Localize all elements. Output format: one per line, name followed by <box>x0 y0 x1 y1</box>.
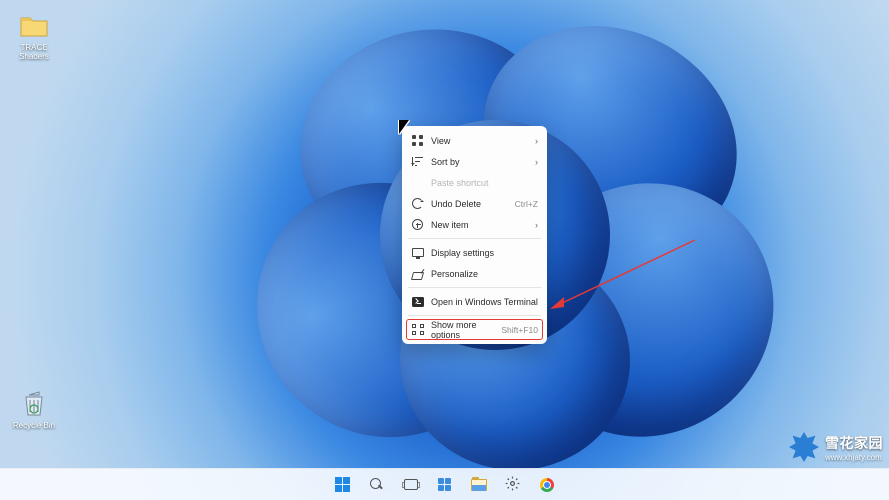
terminal-icon <box>411 295 424 308</box>
desktop-icon-recycle-bin[interactable]: Recycle Bin <box>6 388 62 431</box>
context-menu-sort-by[interactable]: Sort by › <box>406 151 543 172</box>
menu-separator <box>408 238 541 239</box>
blank-icon <box>411 176 424 189</box>
taskbar-taskview[interactable] <box>397 472 425 498</box>
watermark-url: www.xhjaty.com <box>825 453 883 462</box>
menu-item-shortcut: Ctrl+Z <box>515 199 538 209</box>
menu-item-label: Personalize <box>431 269 538 279</box>
menu-item-label: Undo Delete <box>431 199 508 209</box>
menu-item-label: Open in Windows Terminal <box>431 297 538 307</box>
recycle-bin-icon <box>18 388 50 420</box>
more-options-icon <box>411 323 424 336</box>
file-explorer-icon <box>471 479 487 491</box>
watermark-brand: 雪花家园 <box>825 433 883 453</box>
sort-icon <box>411 155 424 168</box>
windows-logo-icon <box>335 477 350 492</box>
desktop[interactable]: TRACE Shaders Recycle Bin View › Sort by… <box>0 0 889 500</box>
menu-item-label: View <box>431 136 528 146</box>
paint-icon <box>411 267 424 280</box>
display-icon <box>411 246 424 259</box>
chevron-right-icon: › <box>535 157 538 167</box>
desktop-icon-folder[interactable]: TRACE Shaders <box>6 10 62 62</box>
desktop-icon-label: TRACE Shaders <box>6 44 62 62</box>
cursor-pointer <box>399 120 409 134</box>
taskbar-settings[interactable] <box>499 472 527 498</box>
context-menu-personalize[interactable]: Personalize <box>406 263 543 284</box>
taskbar-search[interactable] <box>363 472 391 498</box>
menu-item-label: Paste shortcut <box>431 178 538 188</box>
gear-icon <box>505 476 520 494</box>
context-menu-paste-shortcut: Paste shortcut <box>406 172 543 193</box>
desktop-icon-label: Recycle Bin <box>6 422 62 431</box>
folder-icon <box>18 10 50 42</box>
context-menu-open-terminal[interactable]: Open in Windows Terminal <box>406 291 543 312</box>
undo-icon <box>411 197 424 210</box>
context-menu-new-item[interactable]: New item › <box>406 214 543 235</box>
menu-item-label: Display settings <box>431 248 538 258</box>
taskbar-chrome[interactable] <box>533 472 561 498</box>
watermark-logo-icon <box>789 432 819 462</box>
taskbar <box>0 468 889 500</box>
chevron-right-icon: › <box>535 136 538 146</box>
context-menu-show-more-options[interactable]: Show more options Shift+F10 <box>406 319 543 340</box>
context-menu-display-settings[interactable]: Display settings <box>406 242 543 263</box>
menu-item-label: Sort by <box>431 157 528 167</box>
menu-item-label: Show more options <box>431 320 494 340</box>
context-menu-view[interactable]: View › <box>406 130 543 151</box>
taskbar-center <box>329 472 561 498</box>
start-button[interactable] <box>329 472 357 498</box>
menu-item-shortcut: Shift+F10 <box>501 325 538 335</box>
chevron-right-icon: › <box>535 220 538 230</box>
search-icon <box>370 478 384 492</box>
widgets-icon <box>438 478 451 491</box>
taskview-icon <box>404 479 418 490</box>
new-icon <box>411 218 424 231</box>
taskbar-widgets[interactable] <box>431 472 459 498</box>
watermark: 雪花家园 www.xhjaty.com <box>789 432 883 462</box>
view-icon <box>411 134 424 147</box>
taskbar-explorer[interactable] <box>465 472 493 498</box>
menu-separator <box>408 287 541 288</box>
menu-item-label: New item <box>431 220 528 230</box>
desktop-context-menu: View › Sort by › Paste shortcut Undo Del… <box>402 126 547 344</box>
menu-separator <box>408 315 541 316</box>
context-menu-undo-delete[interactable]: Undo Delete Ctrl+Z <box>406 193 543 214</box>
chrome-icon <box>540 478 554 492</box>
